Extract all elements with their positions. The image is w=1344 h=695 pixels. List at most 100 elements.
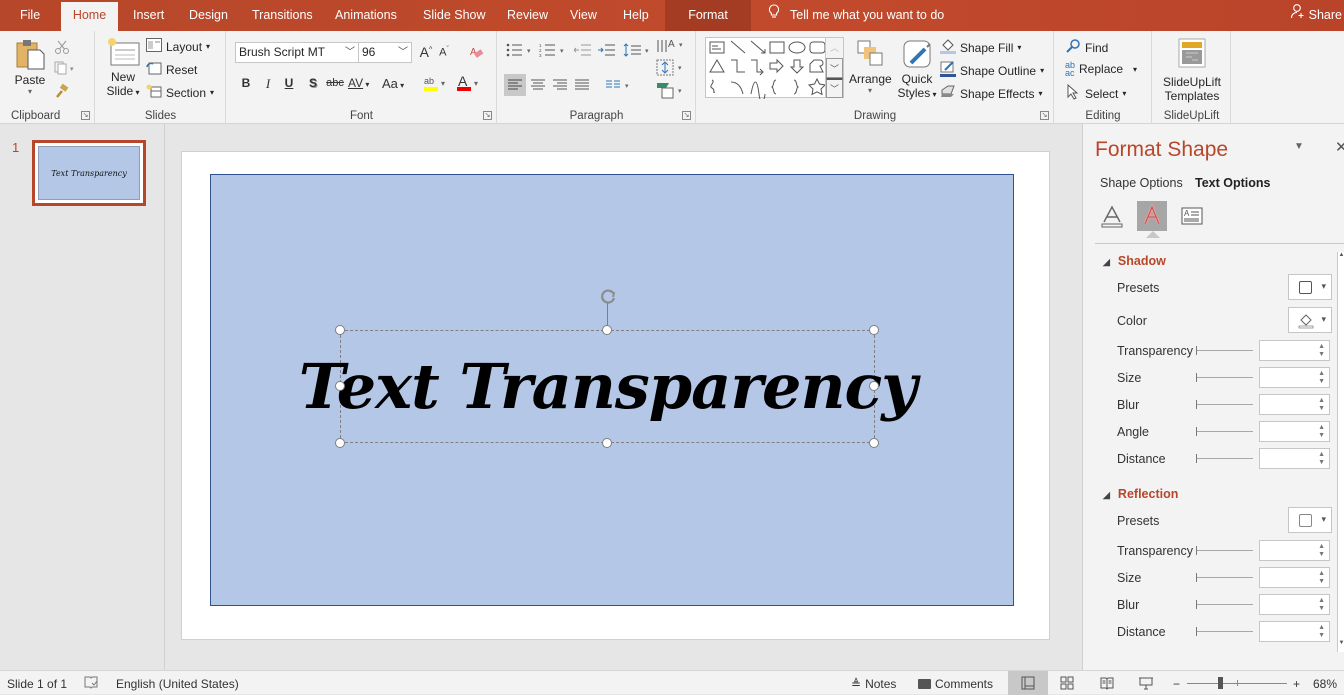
underline-button[interactable]: U <box>279 76 299 90</box>
tab-insert[interactable]: Insert <box>122 0 175 31</box>
shapes-gallery[interactable] <box>705 37 844 103</box>
share-button[interactable]: Share <box>1290 0 1344 31</box>
shape-fill-button[interactable]: Shape Fill ▾ <box>940 38 1021 57</box>
font-size-combo[interactable]: 96 ﹀ <box>358 42 412 63</box>
numbering-icon[interactable]: 1 2 3 ▾ <box>539 43 569 60</box>
shadow-presets-dropdown[interactable]: ▾ <box>1288 274 1332 300</box>
resize-handle-bottom-left[interactable] <box>335 438 345 448</box>
normal-view-button[interactable] <box>1008 671 1048 695</box>
spin-up-icon[interactable]: ▲ <box>1318 624 1325 632</box>
slideuplift-templates-button[interactable]: SlideUpLift Templates <box>1157 38 1227 103</box>
align-text-icon[interactable]: ▾ <box>656 59 686 80</box>
spin-up-icon[interactable]: ▲ <box>1318 597 1325 605</box>
slide-thumbnail[interactable]: Text Transparency <box>32 140 146 206</box>
clear-formatting-icon[interactable]: A <box>467 44 487 63</box>
notes-button[interactable]: ≜ Notes <box>851 677 896 691</box>
font-launcher[interactable]: ↘ <box>483 111 492 120</box>
text-fill-outline-icon[interactable] <box>1097 201 1127 231</box>
spin-up-icon[interactable]: ▲ <box>1318 543 1325 551</box>
reflection-size-input[interactable]: ▲ ▼ <box>1259 567 1330 588</box>
spin-down-icon[interactable]: ▼ <box>1318 605 1325 613</box>
align-center-button[interactable] <box>527 74 549 99</box>
shadow-distance-input[interactable]: ▲ ▼ <box>1259 448 1330 469</box>
section-button[interactable]: Section ▾ <box>146 84 214 101</box>
smartart-icon[interactable]: ▾ <box>656 81 686 102</box>
textbox-icon[interactable]: A <box>1177 201 1207 231</box>
spin-up-icon[interactable]: ▲ <box>1318 570 1325 578</box>
highlight-color-button[interactable]: ab ▾ <box>421 74 451 95</box>
shadow-size-slider[interactable] <box>1196 373 1253 382</box>
language-indicator[interactable]: English (United States) <box>116 677 239 691</box>
tab-file[interactable]: File <box>9 0 51 31</box>
pane-options-icon[interactable]: ▼ <box>1294 141 1304 152</box>
line-spacing-icon[interactable]: ▾ <box>623 42 653 61</box>
justify-button[interactable] <box>571 74 593 99</box>
clipboard-launcher[interactable]: ↘ <box>81 111 90 120</box>
scroll-up-icon[interactable]: ▲ <box>1338 252 1344 264</box>
text-effects-icon[interactable] <box>1137 201 1167 231</box>
shadow-blur-input[interactable]: ▲ ▼ <box>1259 394 1330 415</box>
find-button[interactable]: Find <box>1065 38 1108 57</box>
align-right-button[interactable] <box>549 74 571 99</box>
font-color-button[interactable]: A ▾ <box>454 73 484 95</box>
shadow-blur-slider[interactable] <box>1196 400 1253 409</box>
decrease-indent-icon[interactable] <box>573 43 592 60</box>
shadow-color-dropdown[interactable]: ▾ <box>1288 307 1332 333</box>
reflection-blur-slider[interactable] <box>1196 600 1253 609</box>
slide-show-view-button[interactable] <box>1139 676 1153 693</box>
increase-font-size-icon[interactable]: A^ <box>416 44 436 60</box>
resize-handle-top-left[interactable] <box>335 325 345 335</box>
spin-down-icon[interactable]: ▼ <box>1318 351 1325 359</box>
spin-up-icon[interactable]: ▲ <box>1318 424 1325 432</box>
columns-icon[interactable]: ▾ <box>603 74 637 99</box>
reflection-section-header[interactable]: ◢ Reflection <box>1103 487 1178 501</box>
replace-button[interactable]: ab ac Replace ▾ <box>1065 61 1137 78</box>
spin-down-icon[interactable]: ▼ <box>1318 632 1325 640</box>
chevron-down-icon[interactable]: ﹀ <box>398 43 408 62</box>
spin-up-icon[interactable]: ▲ <box>1318 343 1325 351</box>
select-button[interactable]: Select ▾ <box>1065 83 1126 103</box>
spin-down-icon[interactable]: ▼ <box>1318 459 1325 467</box>
tab-view[interactable]: View <box>559 0 608 31</box>
spin-up-icon[interactable]: ▲ <box>1318 451 1325 459</box>
reflection-transparency-input[interactable]: ▲ ▼ <box>1259 540 1330 561</box>
zoom-level[interactable]: 68% <box>1313 677 1337 691</box>
zoom-in-button[interactable]: + <box>1293 677 1300 691</box>
tell-me-search[interactable]: Tell me what you want to do <box>768 0 944 31</box>
shadow-angle-slider[interactable] <box>1196 427 1253 436</box>
tab-shape-options[interactable]: Shape Options <box>1100 176 1183 190</box>
cut-icon[interactable] <box>54 39 70 58</box>
align-left-button[interactable] <box>504 74 526 96</box>
pane-scrollbar[interactable]: ▲ ▼ <box>1337 252 1344 652</box>
spin-down-icon[interactable]: ▼ <box>1318 405 1325 413</box>
reflection-blur-input[interactable]: ▲ ▼ <box>1259 594 1330 615</box>
slide-sorter-view-button[interactable] <box>1060 676 1074 693</box>
reflection-transparency-slider[interactable] <box>1196 546 1253 555</box>
new-slide-button[interactable]: New Slide ▾ <box>104 37 142 98</box>
tab-home[interactable]: Home <box>61 2 118 31</box>
spin-up-icon[interactable]: ▲ <box>1318 397 1325 405</box>
resize-handle-right[interactable] <box>869 381 879 391</box>
paragraph-launcher[interactable]: ↘ <box>682 111 691 120</box>
shadow-distance-slider[interactable] <box>1196 454 1253 463</box>
reflection-distance-slider[interactable] <box>1196 627 1253 636</box>
font-name-combo[interactable]: Brush Script MT ﹀ <box>235 42 359 63</box>
resize-handle-bottom-right[interactable] <box>869 438 879 448</box>
tab-design[interactable]: Design <box>178 0 239 31</box>
comments-button[interactable]: Comments <box>918 677 993 691</box>
tab-format[interactable]: Format <box>665 0 751 31</box>
quick-styles-button[interactable]: Quick Styles ▾ <box>897 39 937 100</box>
shape-effects-button[interactable]: Shape Effects ▾ <box>940 84 1043 103</box>
character-spacing-button[interactable]: AV ▾ <box>348 76 378 90</box>
scroll-down-icon[interactable]: ▼ <box>1338 640 1344 652</box>
shadow-size-input[interactable]: ▲ ▼ <box>1259 367 1330 388</box>
shape-outline-button[interactable]: Shape Outline ▾ <box>940 61 1044 80</box>
reset-button[interactable]: Reset <box>146 61 197 78</box>
rotate-handle-icon[interactable] <box>598 287 618 307</box>
reading-view-button[interactable] <box>1100 676 1114 693</box>
tab-transitions[interactable]: Transitions <box>241 0 324 31</box>
resize-handle-top[interactable] <box>602 325 612 335</box>
text-shadow-button[interactable]: S <box>303 76 323 90</box>
close-icon[interactable]: ✕ <box>1335 138 1344 156</box>
change-case-button[interactable]: Aa ▾ <box>382 76 412 91</box>
